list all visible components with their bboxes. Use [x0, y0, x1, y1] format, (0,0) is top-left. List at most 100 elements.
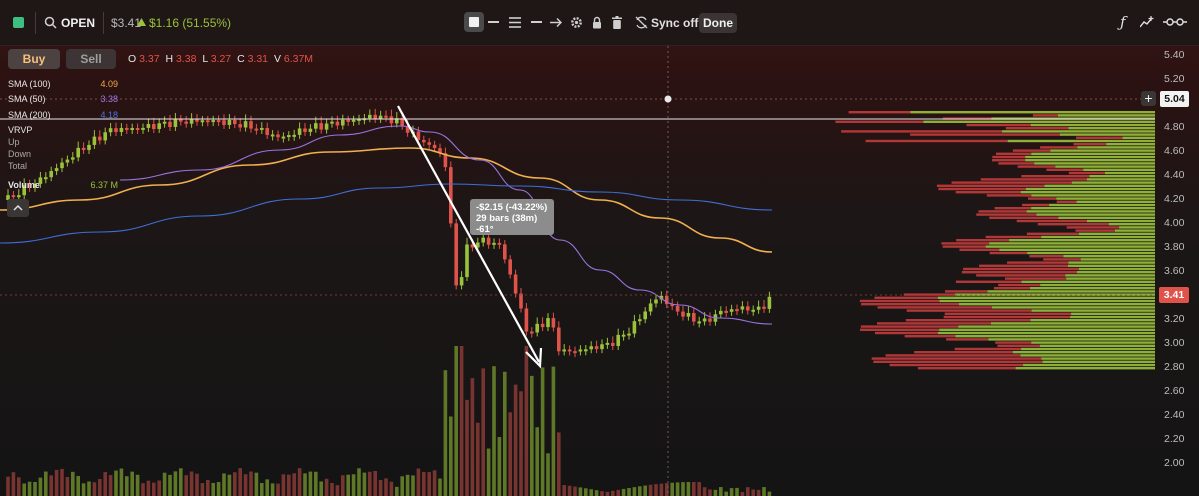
candle: [125, 127, 129, 130]
candle: [675, 305, 680, 312]
volume-bar: [616, 489, 620, 496]
profile-bar-up: [1023, 363, 1155, 367]
horizontal-line-icon[interactable]: [488, 21, 499, 23]
price-axis-label: 4.60: [1164, 145, 1185, 157]
volume-bar: [292, 473, 296, 496]
volume-bar: [465, 399, 469, 496]
volume-bar: [17, 477, 21, 496]
profile-bar-up: [1114, 229, 1155, 232]
plus-icon[interactable]: +: [1141, 91, 1156, 106]
candle: [535, 323, 539, 333]
volume-bar: [481, 368, 485, 496]
volume-indicator-value: 6.37 M: [90, 180, 118, 190]
profile-bar-up: [1041, 357, 1155, 360]
profile-bar-up: [1031, 152, 1155, 155]
lines-icon[interactable]: [509, 17, 521, 28]
done-button[interactable]: Done: [699, 13, 737, 33]
volume-bar: [38, 477, 43, 496]
candle: [524, 308, 529, 332]
profile-bar-down: [1016, 219, 1087, 223]
candle: [87, 144, 91, 150]
volume-bar: [173, 471, 178, 496]
crosshair-price-tag: 5.04: [1160, 91, 1189, 107]
trash-icon[interactable]: [612, 16, 622, 29]
candle: [449, 167, 453, 224]
volume-bar: [459, 346, 464, 496]
close-value: 3.31: [247, 53, 269, 65]
candle: [540, 323, 545, 328]
volume-bar: [357, 468, 361, 496]
sync-off-button[interactable]: Sync off: [651, 16, 698, 30]
profile-bar-down: [993, 287, 1031, 290]
candle: [216, 120, 221, 123]
price-axis-label: 4.80: [1164, 121, 1185, 133]
symbol-label[interactable]: OPEN: [61, 16, 95, 30]
volume-bar: [449, 416, 453, 496]
volume-bar: [265, 479, 269, 496]
candle: [702, 318, 707, 322]
profile-bar-up: [1066, 277, 1155, 280]
profile-bar-down: [997, 344, 1040, 347]
candle: [373, 114, 377, 119]
volume-bar: [756, 489, 761, 496]
volume-bar: [276, 483, 280, 496]
profile-bar-up: [937, 296, 1155, 299]
candle: [211, 120, 215, 123]
candle: [616, 334, 620, 346]
arrow-tool-icon[interactable]: [550, 17, 562, 28]
profile-bar-up: [938, 331, 1155, 335]
volume-bar: [686, 482, 691, 496]
candle: [573, 351, 577, 354]
rectangle-tool-icon[interactable]: [464, 12, 484, 32]
sell-button[interactable]: Sell: [66, 49, 116, 69]
volume-bar: [287, 474, 291, 496]
search-icon[interactable]: [44, 16, 57, 29]
profile-bar-up: [1031, 194, 1155, 197]
candle: [378, 115, 383, 119]
lock-icon[interactable]: [592, 16, 602, 29]
profile-bar-down: [835, 120, 924, 123]
candle: [427, 142, 431, 145]
app-icon[interactable]: [13, 17, 24, 28]
profile-bar-down: [874, 296, 938, 299]
compare-icon[interactable]: [1163, 15, 1187, 29]
volume-bar: [281, 474, 286, 496]
candle: [319, 123, 323, 130]
candle: [492, 242, 496, 245]
volume-bar: [33, 482, 37, 496]
profile-bar-down: [914, 351, 1013, 354]
profile-bar-down: [959, 248, 1000, 251]
volume-label: V: [273, 53, 281, 65]
volume-bar: [735, 487, 739, 496]
profile-bar-down: [956, 239, 1010, 242]
gear-icon[interactable]: [570, 16, 583, 29]
profile-bar-up: [954, 293, 1155, 296]
measure-tooltip: -$2.15 (-43.22%) 29 bars (38m) -61°: [470, 199, 554, 235]
sync-icon[interactable]: [635, 16, 648, 29]
profile-bar-up: [1030, 319, 1155, 322]
ohlcv-readout: O 3.37 H 3.38 L 3.27 C 3.31 V 6.37M: [128, 53, 313, 65]
profile-bar-down: [1076, 136, 1123, 139]
volume-bar: [432, 470, 437, 496]
volume-bar: [751, 489, 755, 496]
measure-change: -$2.15 (-43.22%): [476, 202, 548, 213]
profile-bar-down: [1007, 261, 1069, 264]
volume-bar: [189, 471, 194, 496]
profile-bar-up: [1077, 146, 1155, 149]
line-tool-icon[interactable]: [531, 21, 542, 23]
profile-bar-up: [1067, 264, 1155, 267]
candle: [497, 242, 502, 245]
function-icon[interactable]: ƒ: [1120, 13, 1126, 31]
collapse-icon[interactable]: [7, 199, 29, 217]
volume-bar: [60, 468, 64, 496]
price-chart[interactable]: [0, 0, 1199, 496]
volume-bar: [670, 482, 674, 496]
candle: [632, 321, 637, 334]
candle: [454, 223, 458, 286]
volume-bar: [54, 469, 59, 496]
profile-bar-up: [1070, 315, 1155, 319]
volume-bar: [713, 489, 718, 496]
profile-bar-down: [1056, 200, 1077, 203]
buy-button[interactable]: Buy: [8, 49, 60, 69]
trend-icon[interactable]: [1140, 16, 1154, 28]
